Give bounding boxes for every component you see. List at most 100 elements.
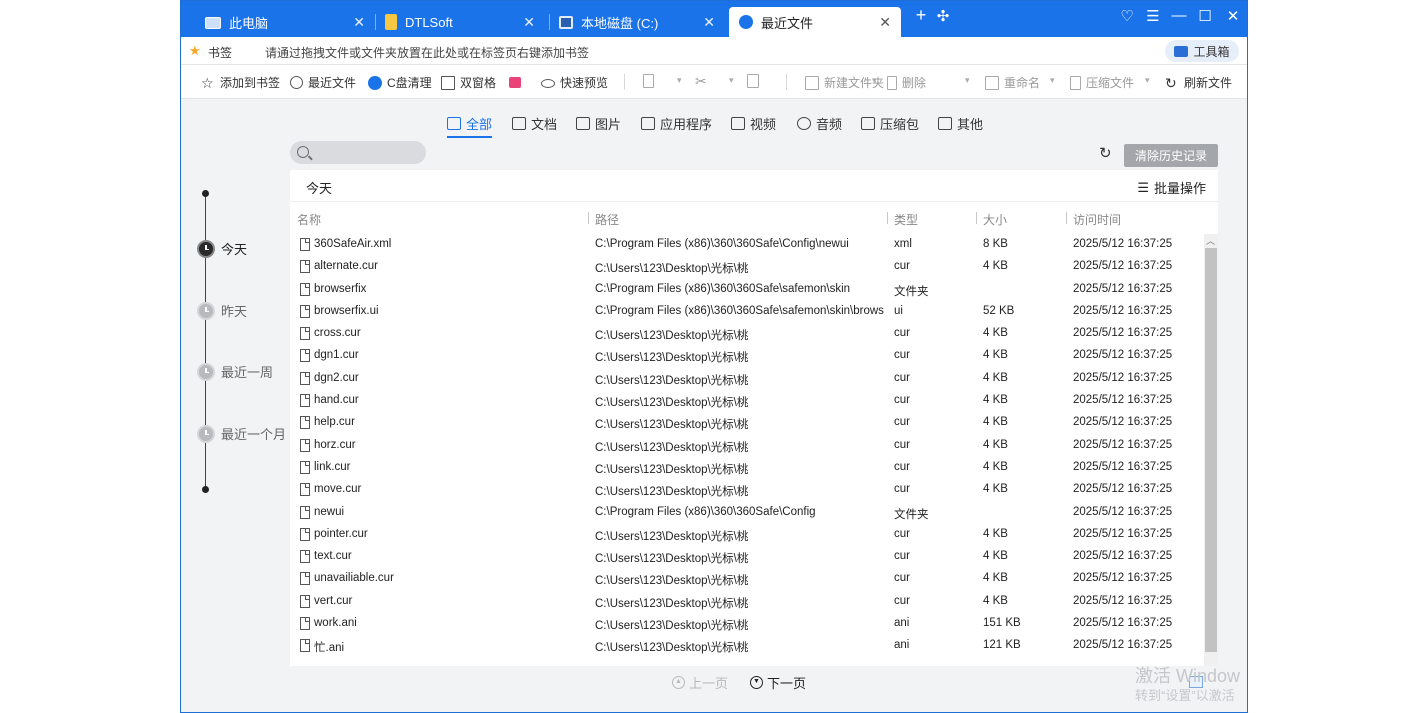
skin-icon[interactable]: ♡ [1115,7,1139,25]
maximize-icon[interactable]: ☐ [1193,7,1217,25]
chevron-up-icon[interactable]: ︿ [1206,234,1215,247]
cell-time: 2025/5/12 16:37:25 [1073,483,1173,496]
cell-path: C:\Users\123\Desktop\光标\桃 [595,620,749,633]
column-resizer[interactable] [588,212,589,224]
timeline-today[interactable]: 今天 [197,239,247,258]
refresh-files-button[interactable]: ↻ 刷新文件 [1165,74,1232,91]
cell-time: 2025/5/12 16:37:25 [1073,527,1173,540]
cell-type: cur [894,550,910,563]
table-row[interactable]: horz.cur C:\Users\123\Desktop\光标\桃 cur 4 KB… [290,435,1200,457]
table-row[interactable]: dgn1.cur C:\Users\123\Desktop\光标\桃 cur 4 KB… [290,345,1200,367]
add-bookmark-button[interactable]: ☆ 添加到书签 [201,74,280,91]
column-header-path[interactable]: 路径 [595,211,619,228]
dual-pane-label: 双窗格 [460,76,497,90]
table-row[interactable]: browserfix C:\Program Files (x86)\360\360… [290,279,1200,301]
table-row[interactable]: unavailiable.cur C:\Users\123\Desktop\光标\… [290,568,1200,590]
more-icon [938,117,952,130]
column-header-type[interactable]: 类型 [894,211,918,228]
table-row[interactable]: hand.cur C:\Users\123\Desktop\光标\桃 cur 4 KB… [290,390,1200,412]
close-icon[interactable]: ✕ [353,14,365,31]
action-toolbar: ☆ 添加到书签 最近文件 C盘清理 双窗格 快速预览 ▾ ✂ ▾ 新建文件夹 ▾… [181,65,1247,99]
category-applications[interactable]: 应用程序 [641,114,712,133]
tab-recent-files[interactable]: 最近文件 ✕ [729,7,901,37]
delete-button[interactable]: 删除 [887,74,926,91]
close-window-icon[interactable]: ✕ [1221,7,1245,25]
table-row[interactable]: alternate.cur C:\Users\123\Desktop\光标\桃 cu… [290,256,1200,278]
category-all[interactable]: 全部 [447,114,493,138]
table-row[interactable]: help.cur C:\Users\123\Desktop\光标\桃 cur 4 KB… [290,412,1200,434]
quick-preview-button[interactable]: 快速预览 [541,74,608,91]
rename-button[interactable]: 重命名 [985,74,1040,91]
column-header-size[interactable]: 大小 [983,211,1007,228]
timeline-yesterday[interactable]: 昨天 [197,301,247,320]
cell-name: dgn1.cur [314,349,359,362]
c-cleanup-button[interactable]: C盘清理 [368,74,432,91]
cell-type: cur [894,572,910,585]
pin-icon[interactable]: ✣ [931,7,955,25]
cell-size: 4 KB [983,327,1008,340]
recent-files-button[interactable]: 最近文件 [290,74,356,91]
cell-name: alternate.cur [314,260,378,273]
lock-button[interactable] [509,74,526,88]
prev-page-button[interactable]: ▲ 上一页 [672,673,728,692]
cell-path: C:\Users\123\Desktop\光标\桃 [595,441,749,454]
table-row[interactable]: link.cur C:\Users\123\Desktop\光标\桃 cur 4 KB… [290,457,1200,479]
column-resizer[interactable] [1066,212,1067,224]
tab-this-pc[interactable]: 此电脑 ✕ [205,7,375,37]
cell-size: 4 KB [983,260,1008,273]
cell-type: ani [894,617,910,630]
category-other[interactable]: 其他 [938,114,983,133]
refresh-icon[interactable]: ↻ [1099,146,1115,162]
dual-pane-button[interactable]: 双窗格 [441,74,496,91]
timeline-label: 昨天 [221,304,248,319]
search-input[interactable] [290,141,426,164]
table-row[interactable]: newui C:\Program Files (x86)\360\360Safe\… [290,502,1200,524]
cell-time: 2025/5/12 16:37:25 [1073,238,1173,250]
close-icon[interactable]: ✕ [703,14,715,31]
compress-button[interactable]: 压缩文件 [1070,74,1134,91]
timeline-last-month[interactable]: 最近一个月 [197,424,286,443]
paste-button[interactable] [747,74,764,88]
toolbox-button[interactable]: 工具箱 [1165,40,1239,62]
timeline-last-week[interactable]: 最近一周 [197,362,273,381]
category-documents[interactable]: 文档 [512,114,557,133]
scrollbar[interactable]: ︿ [1204,234,1218,666]
cell-name: text.cur [314,550,352,563]
table-row[interactable]: work.ani C:\Users\123\Desktop\光标\桃 ani 151 … [290,613,1200,635]
close-icon[interactable]: ✕ [523,14,535,31]
scrollbar-thumb[interactable] [1205,248,1217,652]
next-page-button[interactable]: ▼ 下一页 [750,673,806,692]
table-row[interactable]: cross.cur C:\Users\123\Desktop\光标\桃 cur 4 K… [290,323,1200,345]
column-resizer[interactable] [976,212,977,224]
cell-time: 2025/5/12 16:37:25 [1073,327,1173,340]
category-audio[interactable]: 音频 [797,114,842,133]
column-header-time[interactable]: 访问时间 [1073,211,1121,228]
column-resizer[interactable] [887,212,888,224]
minimize-icon[interactable]: — [1167,7,1191,24]
table-row[interactable]: 360SafeAir.xml C:\Program Files (x86)\360… [290,234,1200,256]
category-video[interactable]: 视频 [731,114,776,133]
table-row[interactable]: 忙.ani C:\Users\123\Desktop\光标\桃 ani 121 KB 2… [290,635,1200,657]
music-icon [797,117,811,130]
tab-local-disk[interactable]: 本地磁盘 (C:) ✕ [559,7,725,37]
new-tab-icon[interactable]: + [909,5,933,26]
table-row[interactable]: text.cur C:\Users\123\Desktop\光标\桃 cur 4 KB… [290,546,1200,568]
column-header-name[interactable]: 名称 [297,211,321,228]
cut-button[interactable]: ✂ [695,74,714,88]
table-row[interactable]: move.cur C:\Users\123\Desktop\光标\桃 cur 4 KB… [290,479,1200,501]
table-row[interactable]: vert.cur C:\Users\123\Desktop\光标\桃 cur 4 KB… [290,591,1200,613]
cell-name: move.cur [314,483,362,496]
file-icon [300,416,310,430]
category-images[interactable]: 图片 [576,114,621,133]
table-row[interactable]: browserfix.ui C:\Program Files (x86)\360\… [290,301,1200,323]
table-row[interactable]: pointer.cur C:\Users\123\Desktop\光标\桃 cur 4… [290,524,1200,546]
lock-icon [509,77,521,88]
tab-dtlsoft[interactable]: DTLSoft ✕ [385,7,545,37]
menu-icon[interactable]: ☰ [1141,7,1165,25]
clear-history-button[interactable]: 清除历史记录 [1124,144,1218,167]
copy-button[interactable] [643,74,659,88]
table-row[interactable]: dgn2.cur C:\Users\123\Desktop\光标\桃 cur 4 KB… [290,368,1200,390]
batch-operation-button[interactable]: ☰ 批量操作 [1137,178,1206,197]
close-icon[interactable]: ✕ [879,14,891,31]
category-archives[interactable]: 压缩包 [861,114,919,133]
